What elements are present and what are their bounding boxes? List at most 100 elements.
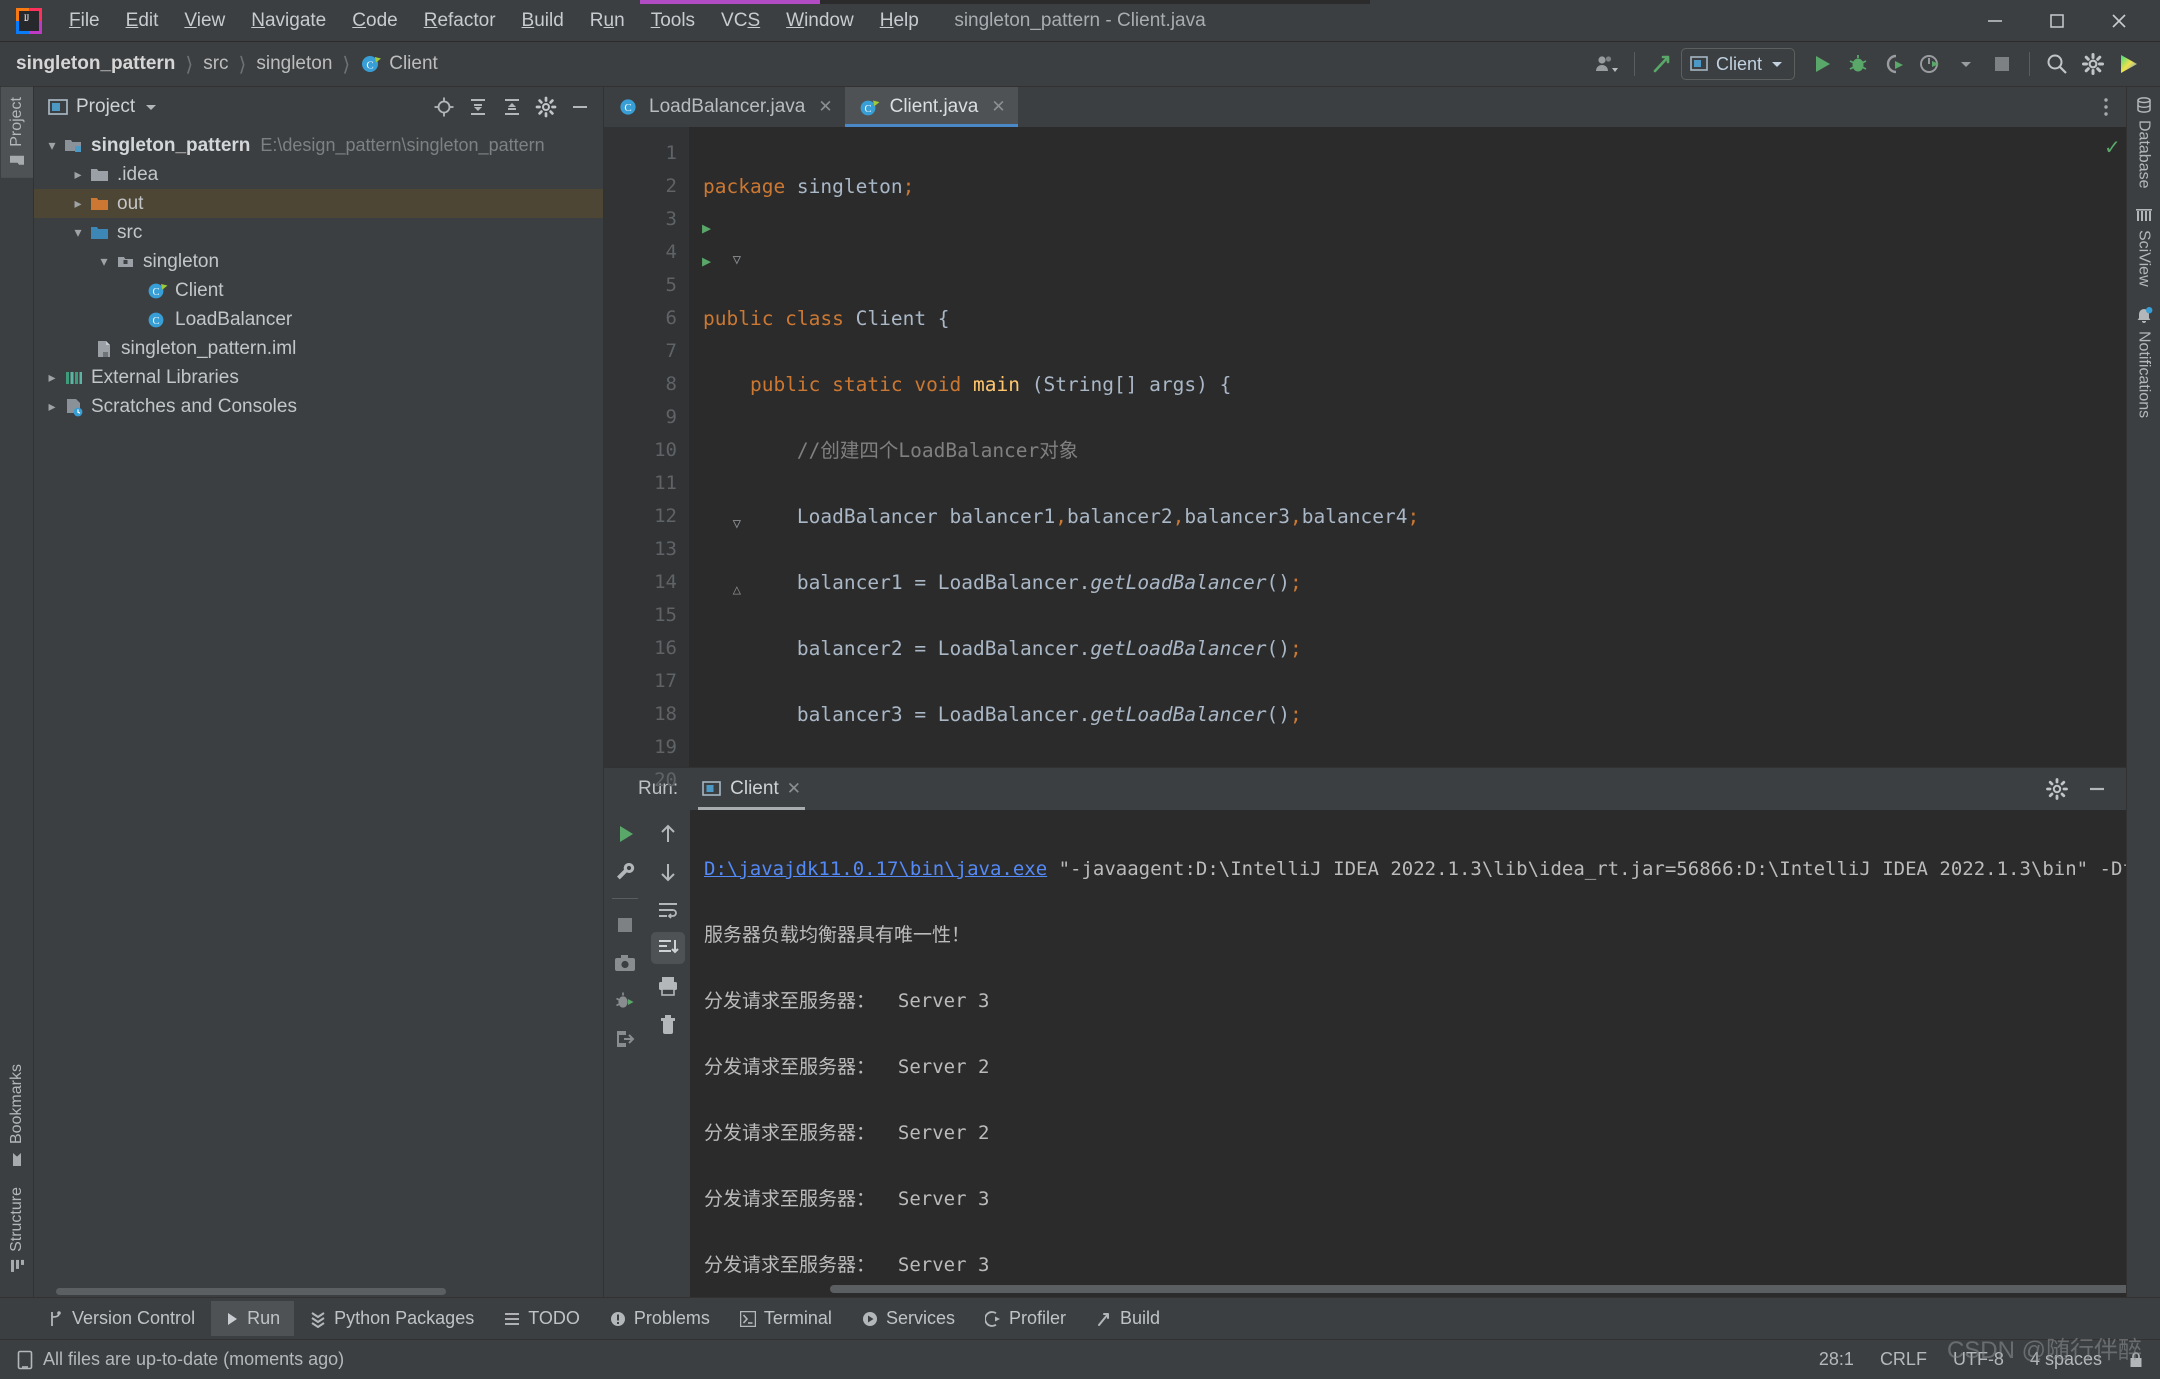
user-accounts-icon[interactable] bbox=[1590, 47, 1624, 81]
breadcrumb-item-project[interactable]: singleton_pattern bbox=[16, 53, 175, 75]
profiler-icon[interactable] bbox=[1913, 47, 1947, 81]
tree-node-external-libraries[interactable]: ▸ External Libraries bbox=[34, 363, 603, 392]
menu-vcs[interactable]: VCS bbox=[708, 6, 773, 36]
breadcrumb-item-singleton[interactable]: singleton bbox=[256, 53, 332, 75]
menu-refactor[interactable]: Refactor bbox=[411, 6, 509, 36]
tree-node-out[interactable]: ▸ out bbox=[34, 189, 603, 218]
sidebar-item-project[interactable]: Project bbox=[1, 87, 33, 178]
menu-navigate[interactable]: Navigate bbox=[238, 6, 339, 36]
code-editor[interactable]: 1 2 3▶ 4▶▽ 5 6 7 8 9 10 11 12▽ 13 14△ 15… bbox=[604, 127, 2126, 767]
tree-node-singleton-pattern[interactable]: ▾ singleton_pattern E:\design_pattern\si… bbox=[34, 131, 603, 160]
chevron-right-icon[interactable]: ▸ bbox=[42, 369, 62, 386]
menu-code[interactable]: Code bbox=[339, 6, 410, 36]
sidebar-item-notifications[interactable]: Notifications bbox=[2128, 296, 2160, 428]
stop-button[interactable] bbox=[1985, 47, 2019, 81]
line-separator[interactable]: CRLF bbox=[1880, 1349, 1927, 1370]
settings-gear-icon[interactable] bbox=[531, 92, 561, 122]
lock-icon[interactable] bbox=[2128, 1351, 2144, 1369]
hide-icon[interactable] bbox=[2082, 774, 2112, 804]
chevron-right-icon[interactable]: ▸ bbox=[42, 398, 62, 415]
menu-bar[interactable]: File Edit View Navigate Code Refactor Bu… bbox=[56, 6, 932, 36]
camera-icon[interactable] bbox=[608, 947, 642, 979]
close-icon[interactable]: ✕ bbox=[787, 779, 801, 799]
run-button[interactable] bbox=[1805, 47, 1839, 81]
export-icon[interactable] bbox=[608, 1023, 642, 1055]
caret-position[interactable]: 28:1 bbox=[1819, 1349, 1854, 1370]
editor-gutter[interactable]: 1 2 3▶ 4▶▽ 5 6 7 8 9 10 11 12▽ 13 14△ 15… bbox=[604, 127, 689, 767]
code-text[interactable]: package singleton; public class Client {… bbox=[689, 127, 2100, 767]
print-icon[interactable] bbox=[651, 970, 685, 1002]
tree-node-iml-file[interactable]: singleton_pattern.iml bbox=[34, 334, 603, 363]
tree-node-singleton-package[interactable]: ▾ singleton bbox=[34, 247, 603, 276]
sidebar-item-sciview[interactable]: SciView bbox=[2128, 199, 2160, 297]
tree-node-loadbalancer[interactable]: C LoadBalancer bbox=[34, 305, 603, 334]
breadcrumb-item-src[interactable]: src bbox=[203, 53, 228, 75]
menu-run[interactable]: Run bbox=[577, 6, 638, 36]
chevron-down-icon[interactable] bbox=[143, 102, 159, 113]
trash-icon[interactable] bbox=[651, 1008, 685, 1040]
project-tree-horizontal-scrollbar[interactable] bbox=[34, 1285, 603, 1297]
tree-node-client[interactable]: C Client bbox=[34, 276, 603, 305]
editor-tabs-menu-icon[interactable] bbox=[2086, 87, 2126, 127]
editor-tab-loadbalancer[interactable]: C LoadBalancer.java ✕ bbox=[604, 87, 845, 127]
menu-file[interactable]: File bbox=[56, 6, 113, 36]
minimize-button[interactable] bbox=[1964, 0, 2026, 41]
close-icon[interactable]: ✕ bbox=[991, 97, 1005, 117]
maximize-button[interactable] bbox=[2026, 0, 2088, 41]
sidebar-item-bookmarks[interactable]: Bookmarks bbox=[1, 1054, 33, 1177]
chevron-right-icon[interactable]: ▸ bbox=[68, 195, 88, 212]
tool-tab-version-control[interactable]: Version Control bbox=[34, 1301, 209, 1336]
project-tree[interactable]: ▾ singleton_pattern E:\design_pattern\si… bbox=[34, 127, 603, 1285]
indent-setting[interactable]: 4 spaces bbox=[2030, 1349, 2102, 1370]
editor-tab-client[interactable]: C Client.java ✕ bbox=[845, 87, 1018, 127]
console-horizontal-scrollbar[interactable] bbox=[830, 1285, 2126, 1293]
run-with-coverage-icon[interactable] bbox=[1877, 47, 1911, 81]
ide-assistant-icon[interactable] bbox=[2112, 47, 2146, 81]
menu-tools[interactable]: Tools bbox=[638, 6, 708, 36]
sidebar-item-structure[interactable]: Structure bbox=[1, 1177, 33, 1283]
run-class-gutter-icon[interactable]: ▶ bbox=[702, 212, 711, 245]
tool-tab-build[interactable]: Build bbox=[1082, 1301, 1174, 1336]
tool-tab-python-packages[interactable]: Python Packages bbox=[296, 1301, 488, 1336]
menu-view[interactable]: View bbox=[171, 6, 238, 36]
menu-window[interactable]: Window bbox=[773, 6, 867, 36]
fold-region-icon[interactable]: ▽ bbox=[733, 508, 741, 541]
fold-region-end-icon[interactable]: △ bbox=[733, 574, 741, 607]
chevron-down-icon[interactable]: ▾ bbox=[42, 137, 62, 154]
settings-gear-icon[interactable] bbox=[2076, 47, 2110, 81]
chevron-right-icon[interactable]: ▸ bbox=[68, 166, 88, 183]
run-console-output[interactable]: D:\javajdk11.0.17\bin\java.exe "-javaage… bbox=[690, 810, 2126, 1297]
run-tab-client[interactable]: Client ✕ bbox=[692, 774, 811, 804]
soft-wrap-icon[interactable] bbox=[651, 894, 685, 926]
jdk-path-link[interactable]: D:\javajdk11.0.17\bin\java.exe bbox=[704, 858, 1047, 880]
tool-tab-problems[interactable]: Problems bbox=[596, 1301, 724, 1336]
chevron-down-icon[interactable]: ▾ bbox=[94, 253, 114, 270]
close-button[interactable] bbox=[2088, 0, 2150, 41]
debug-button[interactable] bbox=[1841, 47, 1875, 81]
tool-tab-run[interactable]: Run bbox=[211, 1301, 294, 1336]
scroll-to-end-icon[interactable] bbox=[651, 932, 685, 964]
tool-tab-profiler[interactable]: Profiler bbox=[971, 1301, 1080, 1336]
run-configuration-selector[interactable]: Client bbox=[1681, 48, 1795, 80]
search-everywhere-icon[interactable] bbox=[2040, 47, 2074, 81]
locate-icon[interactable] bbox=[429, 92, 459, 122]
chevron-down-icon[interactable]: ▾ bbox=[68, 224, 88, 241]
rerun-icon[interactable] bbox=[608, 818, 642, 850]
chevron-down-icon[interactable] bbox=[1949, 47, 1983, 81]
collapse-all-icon[interactable] bbox=[497, 92, 527, 122]
breadcrumb-item-client[interactable]: Client bbox=[389, 53, 438, 75]
close-icon[interactable]: ✕ bbox=[818, 97, 832, 117]
menu-help[interactable]: Help bbox=[867, 6, 932, 36]
menu-edit[interactable]: Edit bbox=[113, 6, 172, 36]
fold-region-icon[interactable]: ▽ bbox=[733, 244, 741, 277]
updates-icon[interactable] bbox=[1645, 47, 1679, 81]
stop-icon[interactable] bbox=[608, 909, 642, 941]
settings-gear-icon[interactable] bbox=[2042, 774, 2072, 804]
tree-node-idea[interactable]: ▸ .idea bbox=[34, 160, 603, 189]
debug-icon[interactable] bbox=[608, 985, 642, 1017]
tool-tab-terminal[interactable]: Terminal bbox=[726, 1301, 846, 1336]
expand-all-icon[interactable] bbox=[463, 92, 493, 122]
tree-node-scratches-and-consoles[interactable]: ▸ Scratches and Consoles bbox=[34, 392, 603, 421]
file-encoding[interactable]: UTF-8 bbox=[1953, 1349, 2004, 1370]
run-method-gutter-icon[interactable]: ▶ bbox=[702, 245, 711, 278]
